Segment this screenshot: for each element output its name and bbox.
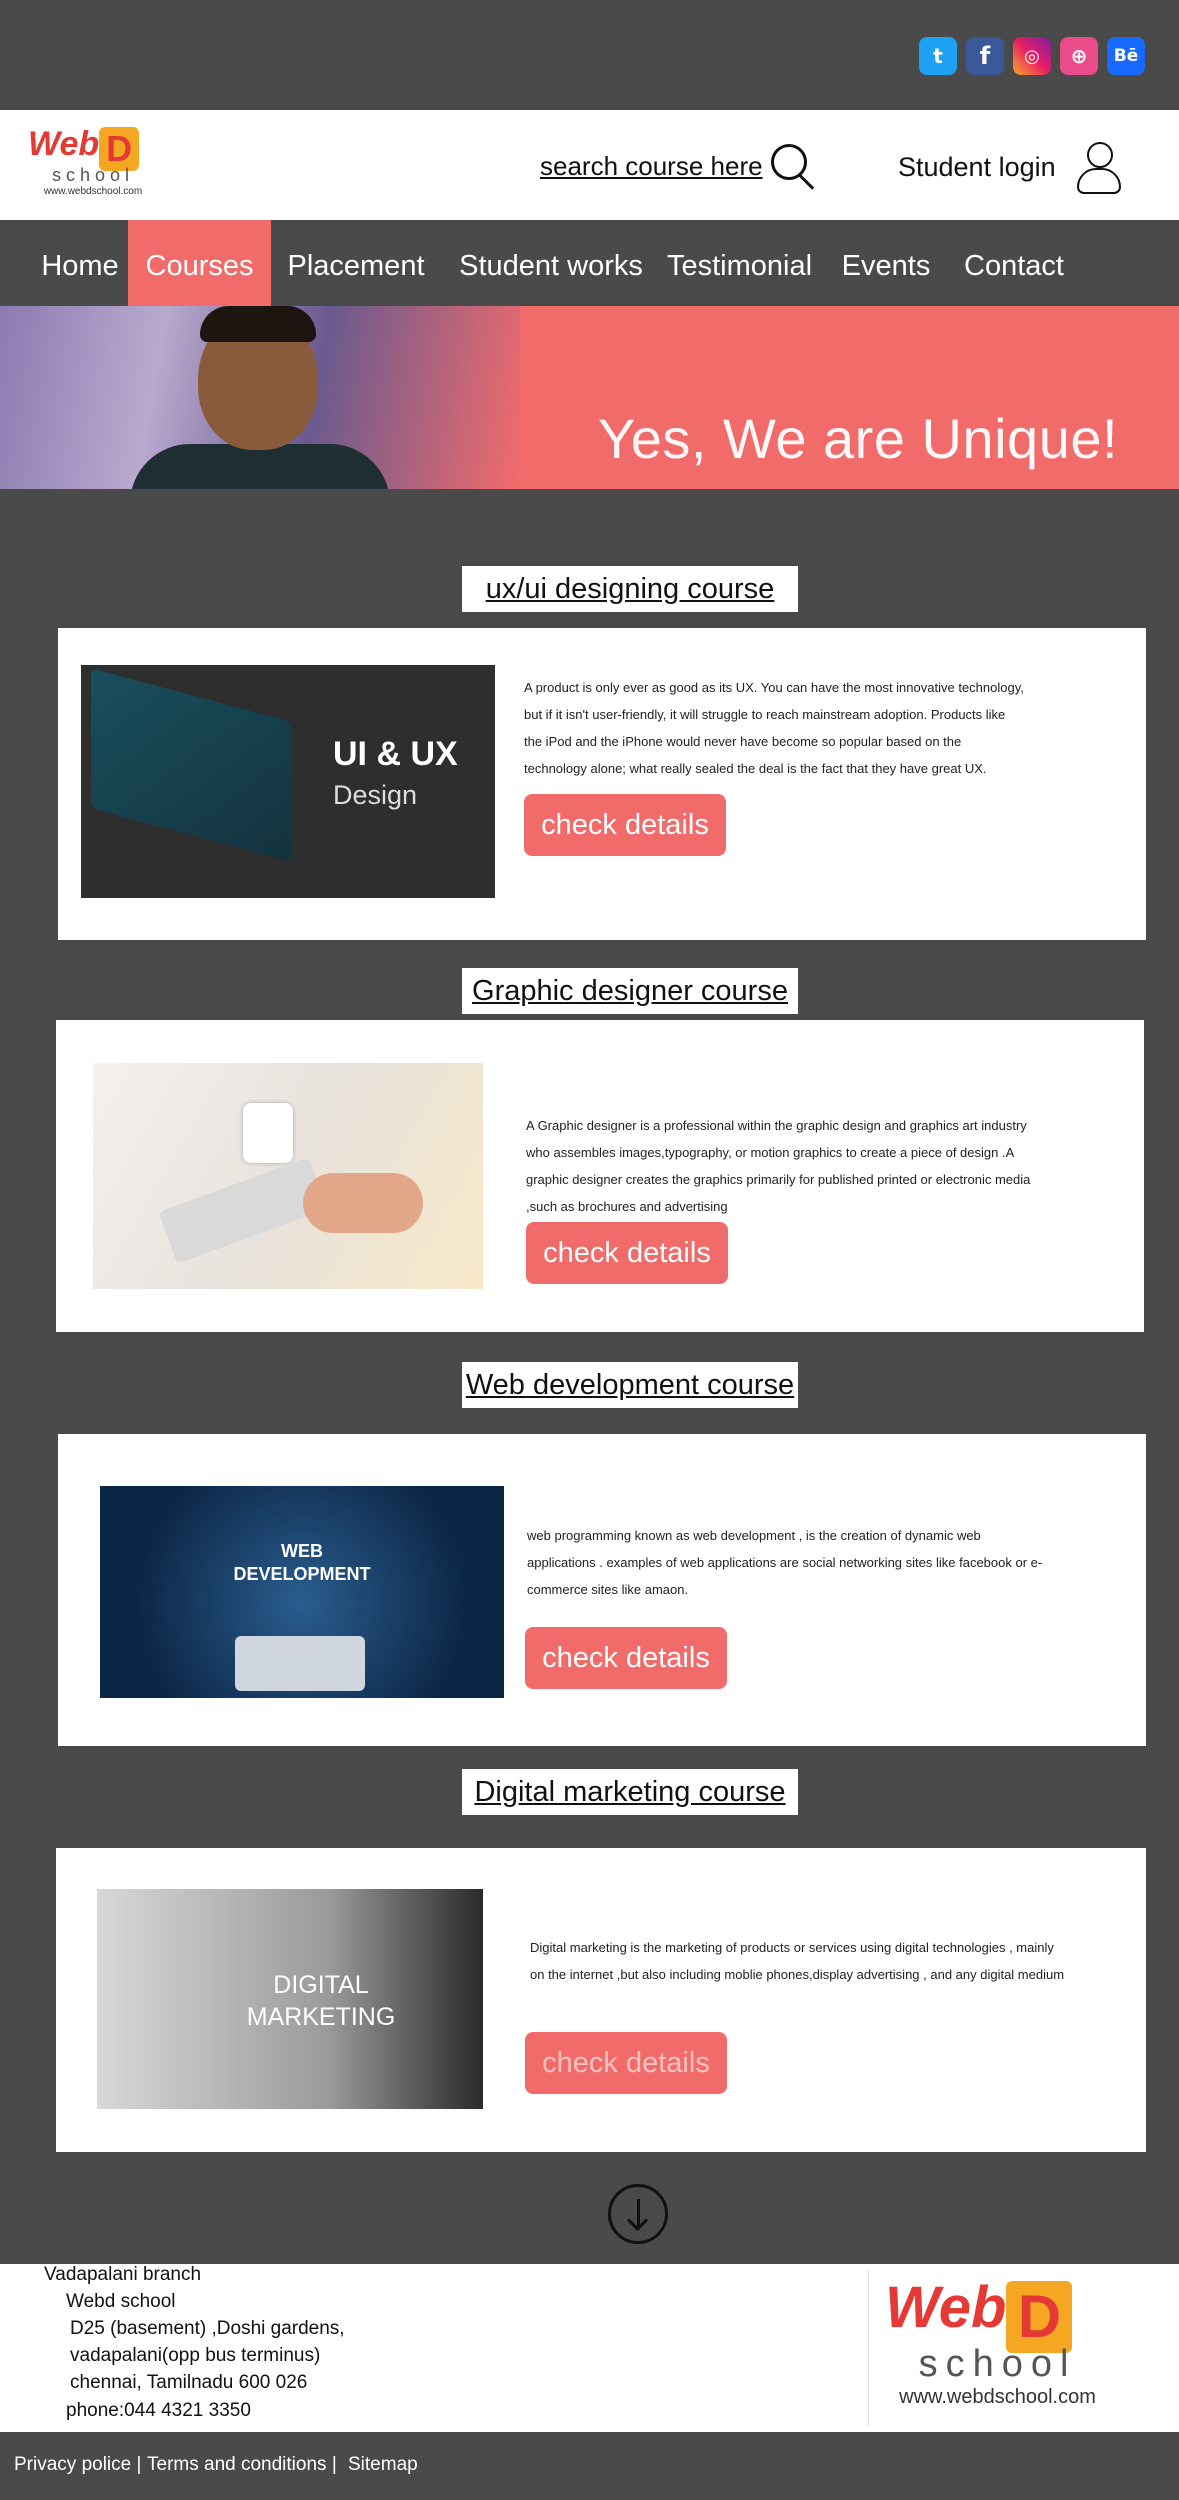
uiux-check-details-button[interactable]: check details xyxy=(524,794,726,856)
web-image: WEB DEVELOPMENT xyxy=(100,1486,504,1698)
graphic-check-details-button[interactable]: check details xyxy=(526,1222,728,1284)
footer-logo[interactable]: Web D school www.webdschool.com xyxy=(885,2274,1110,2409)
digital-image-subtitle: MARKETING xyxy=(246,2003,396,2031)
social-bar: t f ◎ ⊕ Bē xyxy=(0,0,1179,110)
uiux-image-title: UI & UX xyxy=(333,735,458,773)
twitter-icon[interactable]: t xyxy=(919,37,957,75)
course-title-uiux: ux/ui designing course xyxy=(462,566,798,612)
footer-address-line2: vadapalani(opp bus terminus) xyxy=(70,2345,321,2366)
main-nav: Home Courses Placement Student works Tes… xyxy=(0,220,1179,306)
course-card-web: WEB DEVELOPMENT web programming known as… xyxy=(58,1434,1146,1746)
footer-school: Webd school xyxy=(66,2291,176,2312)
graphic-description: A Graphic designer is a professional wit… xyxy=(526,1118,1031,1214)
logo-url-text: www.webdschool.com xyxy=(899,2386,1096,2408)
footer-divider xyxy=(868,2270,869,2426)
nav-home[interactable]: Home xyxy=(28,220,132,306)
digital-description: Digital marketing is the marketing of pr… xyxy=(530,1940,1065,1982)
search-icon[interactable] xyxy=(767,140,819,192)
web-description: web programming known as web development… xyxy=(527,1528,1043,1597)
nav-testimonial[interactable]: Testimonial xyxy=(661,220,818,306)
nav-courses[interactable]: Courses xyxy=(128,220,271,306)
logo-web-text: Web xyxy=(885,2275,1007,2340)
graphic-image xyxy=(93,1063,483,1289)
logo-school-text: school xyxy=(918,2343,1077,2385)
footer-branch: Vadapalani branch xyxy=(44,2264,202,2285)
course-card-graphic: A Graphic designer is a professional wit… xyxy=(56,1020,1144,1332)
course-card-uiux: UI & UX Design A product is only ever as… xyxy=(58,628,1146,940)
web-image-title: WEB xyxy=(281,1541,323,1561)
course-title-digital: Digital marketing course xyxy=(462,1769,798,1815)
login-label[interactable]: Student login xyxy=(898,152,1056,183)
search-course[interactable]: search course here xyxy=(540,140,819,192)
web-check-details-button[interactable]: check details xyxy=(525,1627,727,1689)
web-image-subtitle: DEVELOPMENT xyxy=(233,1564,371,1584)
nav-placement[interactable]: Placement xyxy=(282,220,430,306)
footer-phone: phone:044 4321 3350 xyxy=(66,2400,251,2421)
digital-check-details-button[interactable]: check details xyxy=(525,2032,727,2094)
facebook-icon[interactable]: f xyxy=(966,37,1004,75)
uiux-image: UI & UX Design xyxy=(81,665,495,898)
scroll-down-icon[interactable] xyxy=(608,2184,668,2244)
behance-icon[interactable]: Bē xyxy=(1107,37,1145,75)
nav-contact[interactable]: Contact xyxy=(955,220,1073,306)
privacy-link[interactable]: Privacy police | xyxy=(14,2454,141,2476)
digital-image-title: DIGITAL xyxy=(273,1971,369,1999)
footer-address-line1: D25 (basement) ,Doshi gardens, xyxy=(70,2318,345,2339)
course-card-digital: DIGITAL MARKETING Digital marketing is t… xyxy=(56,1848,1146,2152)
bottom-bar: Privacy police | Terms and conditions | … xyxy=(0,2432,1179,2500)
logo-web-text: Web xyxy=(28,125,100,163)
footer-address-line3: chennai, Tamilnadu 600 026 xyxy=(70,2372,308,2393)
nav-student-works[interactable]: Student works xyxy=(455,220,647,306)
logo-url-text: www.webdschool.com xyxy=(43,186,143,197)
hero-tagline: Yes, We are Unique! xyxy=(598,407,1119,470)
sitemap-link[interactable]: Sitemap xyxy=(348,2454,418,2476)
student-login[interactable]: Student login xyxy=(898,140,1124,194)
search-label[interactable]: search course here xyxy=(540,151,763,182)
uiux-image-subtitle: Design xyxy=(333,780,418,810)
instagram-icon[interactable]: ◎ xyxy=(1013,37,1051,75)
site-header: Web D school www.webdschool.com search co… xyxy=(0,110,1179,220)
terms-link[interactable]: Terms and conditions | xyxy=(147,2454,337,2476)
site-logo[interactable]: Web D school www.webdschool.com xyxy=(28,125,158,197)
dribbble-icon[interactable]: ⊕ xyxy=(1060,37,1098,75)
course-title-graphic: Graphic designer course xyxy=(462,968,798,1014)
hero-banner: Yes, We are Unique! xyxy=(0,306,1179,489)
user-icon[interactable] xyxy=(1074,140,1124,194)
hero-photo xyxy=(0,306,520,489)
nav-events[interactable]: Events xyxy=(836,220,936,306)
footer: Vadapalani branch Webd school D25 (basem… xyxy=(0,2264,1179,2432)
course-title-web: Web development course xyxy=(462,1362,798,1408)
digital-image: DIGITAL MARKETING xyxy=(97,1889,483,2109)
uiux-description: A product is only ever as good as its UX… xyxy=(524,680,1024,776)
